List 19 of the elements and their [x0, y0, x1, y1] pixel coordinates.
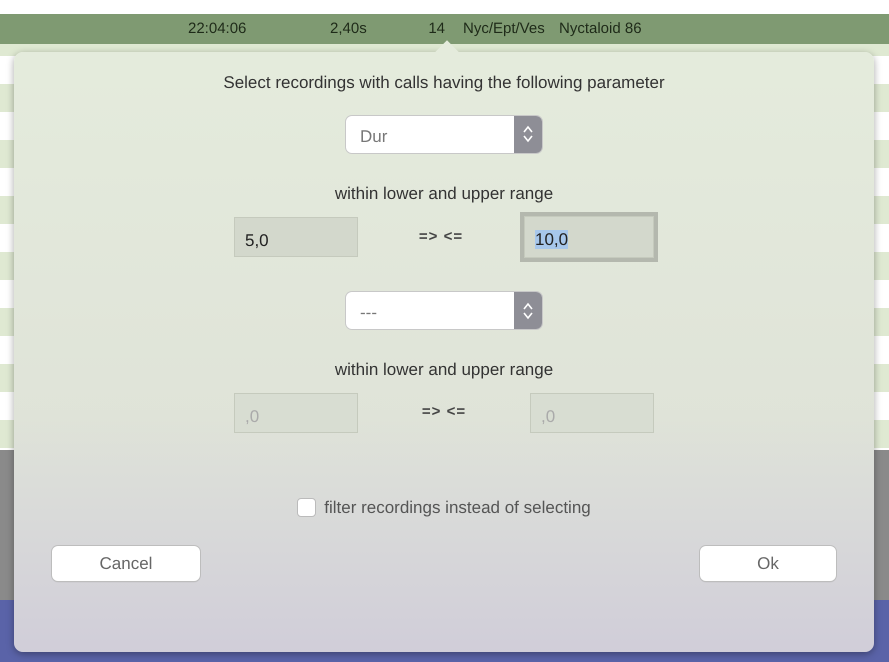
checkbox[interactable] — [297, 498, 316, 517]
parameter-dropdown[interactable]: Dur — [346, 116, 542, 152]
table-cell-text: 2,40s — [330, 18, 368, 39]
prompt-text: Select recordings with calls having the following parameter — [223, 72, 665, 94]
ok-button[interactable]: Ok — [700, 546, 836, 581]
table-cell-text: 22:04:06 — [188, 18, 248, 39]
range-label: within lower and upper range — [334, 182, 554, 204]
checkbox-label: filter recordings instead of selecting — [324, 496, 591, 518]
cancel-button[interactable]: Cancel — [52, 546, 200, 581]
table-row[interactable]: 22:04:06 2,40s 14 Nyc/Ept/Ves Nyctaloid 86 — [0, 14, 889, 44]
stepper-icon — [523, 125, 533, 143]
input-field[interactable]: 5,0 — [234, 217, 358, 257]
table-cell-text: Nyctaloid 86 — [559, 18, 643, 39]
table-cell-text: Nyc/Ept/Ves — [463, 18, 546, 39]
range-label: within lower and upper range — [334, 359, 554, 381]
operator-text: => <= — [418, 226, 464, 247]
stepper-icon — [523, 302, 533, 320]
table-cell-text: 14 — [427, 18, 445, 39]
operator-text: => <= — [422, 402, 466, 422]
